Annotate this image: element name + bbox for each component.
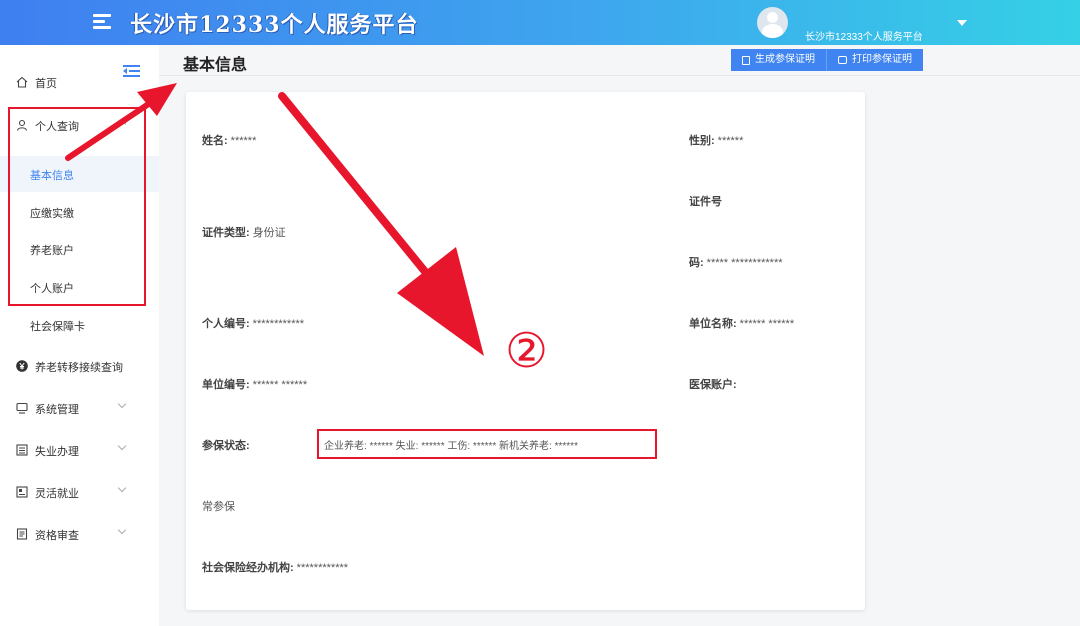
app-title: 长沙市12333个人服务平台	[130, 12, 419, 38]
sidebar-subitem-label: 个人账户	[30, 283, 74, 295]
sidebar-subitem-personal-account[interactable]: 个人账户	[0, 269, 159, 305]
field-label: 个人编号:	[202, 318, 250, 330]
sidebar-item-label: 系统管理	[35, 404, 79, 416]
sidebar-item-qualification-review[interactable]: 资格审查	[0, 515, 159, 553]
gender-field: 性别: ******	[689, 132, 743, 148]
sidebar-item-unemployment[interactable]: 失业办理	[0, 431, 159, 469]
personal-number-field: 个人编号: ************	[202, 315, 304, 331]
id-number-field: 码: ***** ************	[689, 254, 783, 270]
step-number-annotation: ②	[505, 323, 549, 379]
field-label: 单位编号:	[202, 379, 250, 391]
sidebar-subitem-label: 基本信息	[30, 170, 74, 182]
calendar-icon	[16, 444, 28, 456]
name-field: 姓名: ******	[202, 132, 256, 148]
field-value: 常参保	[202, 501, 235, 513]
home-icon	[16, 76, 28, 88]
printer-icon	[838, 56, 847, 64]
id-number-label-line1: 证件号	[689, 193, 722, 209]
unit-name-field: 单位名称: ****** ******	[689, 315, 794, 331]
unit-number-field: 单位编号: ****** ******	[202, 376, 307, 392]
chevron-down-icon	[117, 483, 127, 493]
sidebar-subitem-pension-account[interactable]: 养老账户	[0, 231, 159, 267]
generate-certificate-button[interactable]: 生成参保证明	[731, 49, 826, 71]
sidebar-subitem-social-security-card[interactable]: 社会保障卡	[0, 307, 159, 343]
avatar[interactable]	[757, 7, 788, 38]
insurance-status-extra: 常参保	[202, 498, 235, 514]
field-label: 证件类型:	[202, 227, 250, 239]
insurance-status-field: 参保状态:	[202, 437, 250, 453]
sidebar-subitem-basic-info[interactable]: 基本信息	[0, 156, 159, 192]
action-buttons: 生成参保证明 打印参保证明	[731, 49, 923, 71]
sidebar-item-label: 个人查询	[35, 121, 79, 133]
field-label: 社会保险经办机构:	[202, 562, 294, 574]
field-label: 性别:	[689, 135, 715, 147]
top-header: 长沙市12333个人服务平台 长沙市12333个人服务平台	[0, 0, 1080, 45]
sidebar-item-system-management[interactable]: 系统管理	[0, 389, 159, 427]
insurance-status-value: 企业养老: ****** 失业: ****** 工伤: ****** 新机关养老…	[324, 441, 578, 452]
yen-icon	[16, 360, 28, 372]
sidebar-item-label: 灵活就业	[35, 488, 79, 500]
field-label: 单位名称:	[689, 318, 737, 330]
agency-field: 社会保险经办机构: ************	[202, 559, 348, 575]
id-type-field: 证件类型: 身份证	[202, 224, 286, 240]
chevron-down-icon	[117, 399, 127, 409]
page-title: 基本信息	[183, 57, 248, 74]
id-card-icon	[16, 486, 28, 498]
menu-toggle-icon[interactable]	[93, 13, 113, 31]
field-value: ***** ************	[706, 257, 783, 269]
sidebar-item-personal-query[interactable]: 个人查询	[0, 106, 159, 144]
sidebar-item-home[interactable]: 首页	[0, 63, 159, 101]
medical-account-field: 医保账户:	[689, 376, 737, 392]
print-certificate-button[interactable]: 打印参保证明	[826, 49, 923, 71]
user-icon	[16, 119, 28, 131]
field-value: ******	[717, 135, 744, 147]
monitor-icon	[16, 402, 28, 414]
field-label: 参保状态:	[202, 440, 250, 452]
sidebar-item-label: 养老转移接续查询	[35, 362, 123, 374]
title-bar: 基本信息 生成参保证明 打印参保证明	[159, 45, 1080, 76]
sidebar-item-label: 失业办理	[35, 446, 79, 458]
sidebar-subitem-label: 应缴实缴	[30, 208, 74, 220]
field-label: 医保账户:	[689, 379, 737, 391]
document-icon	[16, 528, 28, 540]
user-name[interactable]: 长沙市12333个人服务平台	[805, 28, 923, 43]
field-label: 码:	[689, 257, 704, 269]
chevron-down-icon	[117, 525, 127, 535]
field-value: ************	[296, 562, 349, 574]
button-label: 打印参保证明	[852, 54, 912, 65]
document-icon	[742, 55, 750, 65]
chevron-up-icon	[117, 119, 127, 129]
chevron-down-icon	[117, 441, 127, 451]
field-value: 身份证	[252, 227, 286, 239]
sidebar-item-label: 资格审查	[35, 530, 79, 542]
field-value: ****** ******	[252, 379, 308, 391]
field-label: 姓名:	[202, 135, 228, 147]
sidebar-subitem-label: 社会保障卡	[30, 321, 85, 333]
chevron-down-icon[interactable]	[957, 20, 967, 26]
sidebar-subitem-label: 养老账户	[30, 245, 74, 257]
sidebar-item-label: 首页	[35, 78, 57, 90]
button-label: 生成参保证明	[755, 54, 815, 65]
field-label: 证件号	[689, 196, 722, 208]
sidebar-item-pension-transfer[interactable]: 养老转移接续查询	[0, 347, 159, 385]
sidebar-subitem-payments[interactable]: 应缴实缴	[0, 194, 159, 230]
field-value: ******	[230, 135, 257, 147]
sidebar-item-flexible-employment[interactable]: 灵活就业	[0, 473, 159, 511]
field-value: ************	[252, 318, 305, 330]
field-value: ****** ******	[739, 318, 795, 330]
